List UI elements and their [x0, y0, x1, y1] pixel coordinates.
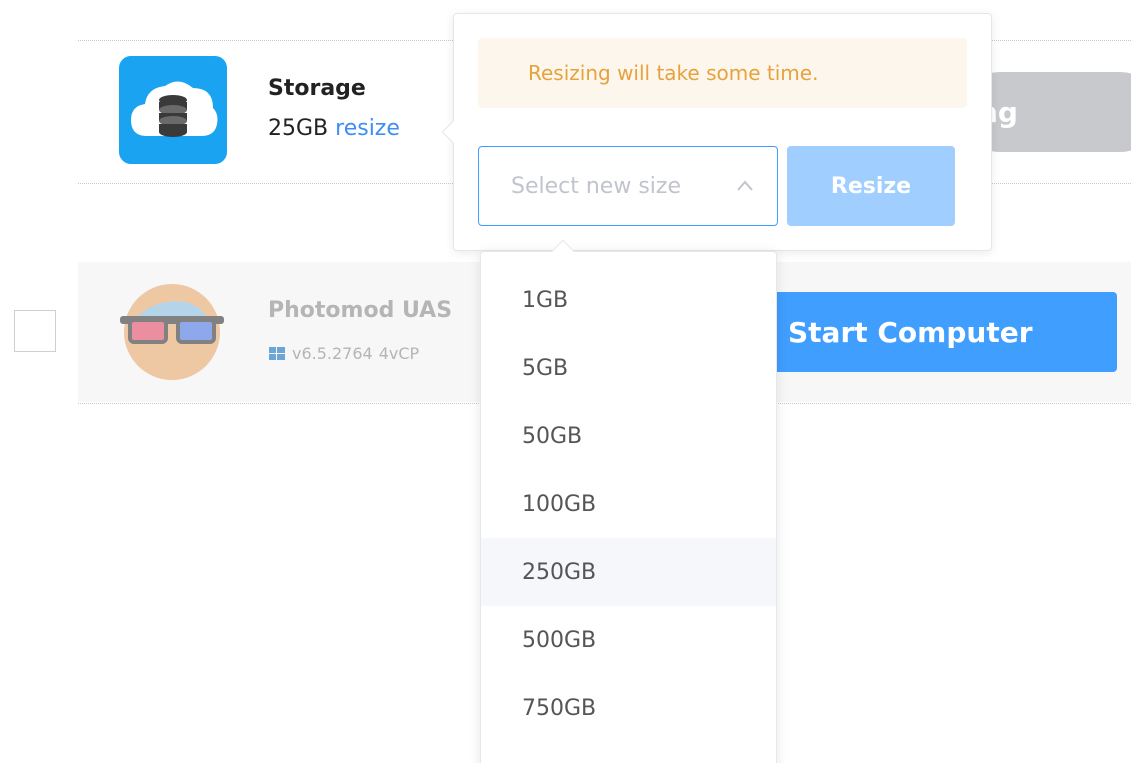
storage-size-value: 25GB: [268, 116, 329, 141]
photomod-select-checkbox[interactable]: [14, 310, 56, 352]
size-select[interactable]: Select new size: [478, 146, 778, 226]
windows-icon: [269, 346, 285, 360]
start-computer-label: Start Computer: [788, 315, 1033, 349]
size-option-500gb[interactable]: 500GB: [481, 606, 776, 674]
photomod-cpu: 4vCP: [378, 344, 420, 363]
photomod-version: v6.5.2764: [292, 344, 373, 363]
resize-button-label: Resize: [830, 173, 912, 199]
size-options-list: 1GB 5GB 50GB 100GB 250GB 500GB 750GB: [481, 266, 776, 742]
resize-warning-text: Resizing will take some time.: [528, 61, 819, 85]
storage-title: Storage: [268, 76, 366, 101]
storage-size-row: 25GB resize: [268, 116, 400, 141]
size-option-5gb[interactable]: 5GB: [481, 334, 776, 402]
resize-link[interactable]: resize: [335, 116, 400, 141]
size-option-750gb[interactable]: 750GB: [481, 674, 776, 742]
resize-warning: Resizing will take some time.: [478, 38, 967, 108]
photomod-meta: v6.5.2764 4vCP: [268, 344, 419, 363]
size-option-100gb[interactable]: 100GB: [481, 470, 776, 538]
cloud-database-icon: [119, 56, 227, 164]
photomod-title: Photomod UAS: [268, 298, 453, 323]
size-option-250gb[interactable]: 250GB: [481, 538, 776, 606]
size-option-50gb[interactable]: 50GB: [481, 402, 776, 470]
chevron-up-icon: [737, 180, 753, 191]
size-option-1gb[interactable]: 1GB: [481, 266, 776, 334]
photomod-logo-icon: [116, 278, 228, 384]
size-select-placeholder: Select new size: [511, 173, 681, 199]
start-computer-button[interactable]: Start Computer: [770, 292, 1117, 372]
resize-button[interactable]: Resize: [787, 146, 955, 226]
size-dropdown: 1GB 5GB 50GB 100GB 250GB 500GB 750GB: [480, 251, 777, 763]
